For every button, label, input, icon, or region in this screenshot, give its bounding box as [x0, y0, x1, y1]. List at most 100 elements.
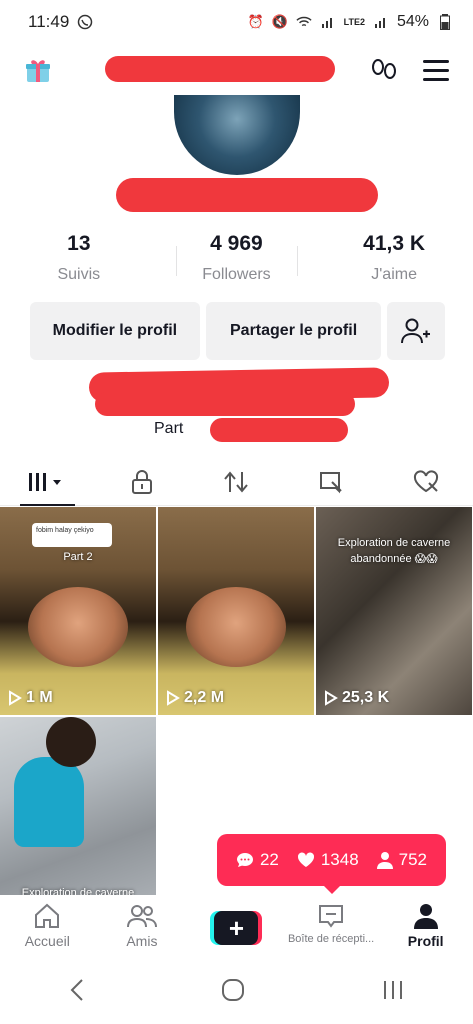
- bio-text: Part: [154, 420, 184, 437]
- video-thumbnail[interactable]: Exploration de caverne abandonnée 😱😱 25,…: [316, 507, 472, 715]
- play-icon: [167, 690, 180, 706]
- tab-videos[interactable]: [0, 458, 95, 506]
- tab-reposts[interactable]: [189, 458, 284, 505]
- view-count: 25,3 K: [324, 689, 389, 707]
- status-bar: 11:49 ⏰ 🔇 LTE2 54%: [0, 0, 473, 44]
- hidden-heart-icon: [413, 469, 438, 492]
- heart-icon: [297, 852, 314, 867]
- play-icon: [9, 690, 22, 706]
- nav-profile[interactable]: Profil: [378, 895, 473, 957]
- whatsapp-icon: [77, 14, 93, 30]
- status-time: 11:49: [28, 12, 70, 31]
- lock-icon: [131, 469, 152, 494]
- share-profile-button[interactable]: Partager le profil: [205, 302, 382, 360]
- stat-following[interactable]: 13 Suivis: [0, 232, 158, 292]
- battery-icon: [437, 14, 453, 30]
- stat-followers[interactable]: 4 969 Followers: [158, 232, 316, 292]
- person-icon: [376, 852, 393, 869]
- likes-stat: 1348: [297, 850, 359, 870]
- nav-friends[interactable]: Amis: [95, 895, 190, 957]
- add-user-icon: [401, 318, 431, 344]
- reply-text: fobim halay çekiyo: [36, 527, 94, 534]
- thumbnail-face: [186, 587, 286, 667]
- likes-label: J'aime: [371, 266, 417, 283]
- create-button[interactable]: +: [210, 911, 263, 945]
- view-count: 1 M: [8, 689, 53, 707]
- tab-private[interactable]: [95, 458, 190, 505]
- signal-icon: [320, 14, 336, 30]
- nav-home[interactable]: Accueil: [0, 895, 95, 957]
- followers-label: Followers: [202, 266, 271, 283]
- followers-stat: 752: [376, 850, 427, 870]
- profile-stats: 13 Suivis 4 969 Followers 41,3 K J'aime: [0, 232, 473, 292]
- nav-inbox[interactable]: Boîte de récepti...: [284, 895, 379, 957]
- following-count: 13: [67, 232, 91, 255]
- view-count: 2,2 M: [166, 689, 224, 707]
- alarm-icon: ⏰: [247, 14, 264, 29]
- comments-count: 22: [259, 850, 279, 869]
- nav-home-label: Accueil: [24, 933, 70, 949]
- nav-friends-label: Amis: [126, 933, 158, 949]
- home-button-icon[interactable]: [221, 978, 245, 1007]
- signal-icon-2: [373, 14, 389, 30]
- view-count-text: 2,2 M: [184, 689, 225, 706]
- gift-icon[interactable]: [24, 56, 52, 84]
- comments-stat: 22: [236, 850, 279, 870]
- activity-notification[interactable]: 22 1348 752: [217, 834, 446, 894]
- video-thumbnail[interactable]: 2,2 M: [158, 507, 314, 715]
- nav-profile-label: Profil: [407, 933, 444, 949]
- plus-icon: +: [214, 911, 259, 945]
- tab-liked[interactable]: [378, 458, 473, 505]
- followers-count: 4 969: [210, 232, 263, 255]
- wifi-icon: [296, 14, 312, 30]
- divider: [297, 246, 298, 276]
- profile-tabs: [0, 458, 473, 506]
- likes-count: 41,3 K: [363, 232, 426, 255]
- inbox-icon: [319, 905, 344, 928]
- battery-level: 54%: [396, 13, 429, 30]
- grid-icon: [29, 472, 62, 491]
- redacted-bio-line: [210, 418, 348, 442]
- footprints-icon[interactable]: [370, 58, 398, 84]
- view-count-text: 1 M: [26, 689, 53, 706]
- comment-icon: [236, 853, 253, 867]
- profile-actions: Modifier le profil Partager le profil: [30, 302, 445, 360]
- redacted-bio-line: [95, 392, 355, 416]
- hidden-bookmark-icon: [320, 471, 342, 493]
- followers-count-pill: 752: [398, 850, 427, 869]
- back-icon[interactable]: [68, 978, 86, 1007]
- edit-profile-button[interactable]: Modifier le profil: [30, 302, 200, 360]
- following-label: Suivis: [57, 266, 101, 283]
- home-icon: [35, 903, 60, 928]
- stat-likes[interactable]: 41,3 K J'aime: [315, 232, 473, 292]
- nav-inbox-label: Boîte de récepti...: [287, 933, 375, 945]
- redacted-username: [105, 56, 335, 82]
- menu-icon[interactable]: [423, 60, 449, 82]
- profile-icon: [413, 904, 438, 929]
- profile-top-bar: [0, 50, 473, 94]
- bottom-nav: Accueil Amis + Boîte de récepti... Profi…: [0, 895, 473, 957]
- add-friend-button[interactable]: [387, 302, 445, 360]
- view-count-text: 25,3 K: [342, 689, 390, 706]
- thumbnail-face: [28, 587, 128, 667]
- video-thumbnail[interactable]: Exploration de caverne: [0, 717, 156, 897]
- thumbnail-person: [14, 757, 84, 847]
- reply-sticker: fobim halay çekiyo: [32, 523, 112, 547]
- nav-create[interactable]: +: [189, 895, 284, 957]
- video-caption: Part 2: [63, 551, 93, 563]
- divider: [176, 246, 177, 276]
- redacted-handle: [116, 178, 378, 212]
- play-icon: [325, 690, 338, 706]
- network-label: LTE2: [343, 17, 365, 27]
- system-nav-bar: [0, 960, 473, 1024]
- video-caption: Exploration de caverne abandonnée 😱😱: [337, 537, 451, 565]
- avatar[interactable]: [174, 95, 300, 175]
- thumbnail-hair: [46, 717, 96, 767]
- repost-icon: [224, 470, 249, 493]
- likes-count-pill: 1348: [320, 850, 359, 869]
- mute-icon: 🔇: [271, 14, 288, 29]
- recent-apps-icon[interactable]: [381, 978, 405, 1007]
- friends-icon: [126, 905, 157, 928]
- video-thumbnail[interactable]: fobim halay çekiyo Part 2 1 M: [0, 507, 156, 715]
- tab-saved[interactable]: [284, 458, 379, 505]
